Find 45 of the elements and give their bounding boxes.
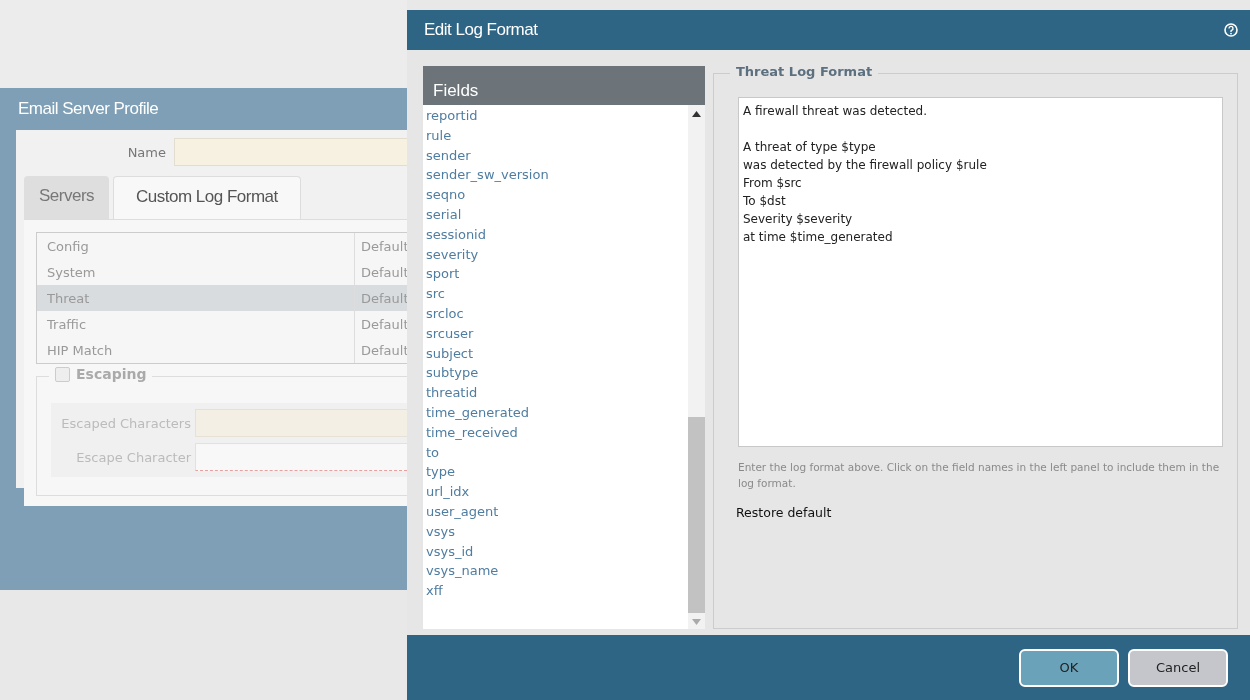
field-name-link[interactable]: srcloc [426, 303, 688, 324]
restore-default-link[interactable]: Restore default [736, 505, 832, 520]
field-name-link[interactable]: xff [426, 581, 688, 601]
field-name-link[interactable]: subject [426, 343, 688, 364]
name-field[interactable] [174, 138, 407, 166]
input-field[interactable] [195, 409, 407, 437]
name-label: Name [126, 144, 166, 160]
checkbox[interactable] [55, 366, 70, 382]
field-name-link[interactable]: time_generated [426, 402, 688, 423]
field-name-link[interactable]: severity [426, 244, 688, 265]
scroll-down-icon[interactable] [692, 619, 701, 625]
field-name-link[interactable]: user_agent [426, 501, 688, 522]
scroll-up-icon[interactable] [692, 111, 701, 117]
cancel-button[interactable]: Cancel [1128, 648, 1228, 687]
hint-text: Enter the log format above. Click on the field names in the left panel to include them in the log format. [738, 460, 1221, 491]
dialog-title: Edit Log Format [424, 20, 538, 40]
section-legend: Threat Log Format [736, 64, 873, 79]
tab[interactable]: Custom Log Format [113, 176, 301, 219]
field-name-link[interactable]: vsys_id [426, 541, 688, 562]
dialog-title: Email Server Profile [18, 99, 159, 119]
ok-button[interactable]: OK [1019, 648, 1119, 687]
field-name-link[interactable]: time_received [426, 422, 688, 443]
field-name-link[interactable]: srcuser [426, 323, 688, 344]
log-format-textarea[interactable]: A firewall threat was detected. A threat of type $type was detected by the firewall policy $rule From $src To $dst Severity $severity at time $time_generated [738, 97, 1223, 447]
field-name-link[interactable]: seqno [426, 185, 688, 205]
field-name-link[interactable]: threatid [426, 383, 688, 403]
input-field[interactable] [195, 443, 407, 471]
field-name-link[interactable]: rule [426, 125, 688, 146]
field-name-link[interactable]: sender_sw_version [426, 165, 688, 186]
field-name-link[interactable]: serial [426, 205, 688, 225]
field-name-link[interactable]: src [426, 284, 688, 304]
help-icon[interactable] [1224, 23, 1238, 37]
field-name-link[interactable]: reportid [426, 106, 688, 126]
field-name-link[interactable]: to [426, 442, 688, 463]
field-name-link[interactable]: sessionid [426, 224, 688, 245]
tab[interactable]: Servers [24, 176, 110, 219]
field-name-link[interactable]: vsys_name [426, 561, 688, 582]
field-name-link[interactable]: url_idx [426, 482, 688, 502]
field-name-link[interactable]: subtype [426, 363, 688, 384]
fields-header: Fields [423, 66, 705, 105]
field-name-link[interactable]: sport [426, 264, 688, 285]
field-name-link[interactable]: vsys [426, 521, 688, 542]
field-name-link[interactable]: type [426, 462, 688, 483]
escaping-label: Escaping [76, 366, 147, 382]
field-name-link[interactable]: sender [426, 145, 688, 166]
